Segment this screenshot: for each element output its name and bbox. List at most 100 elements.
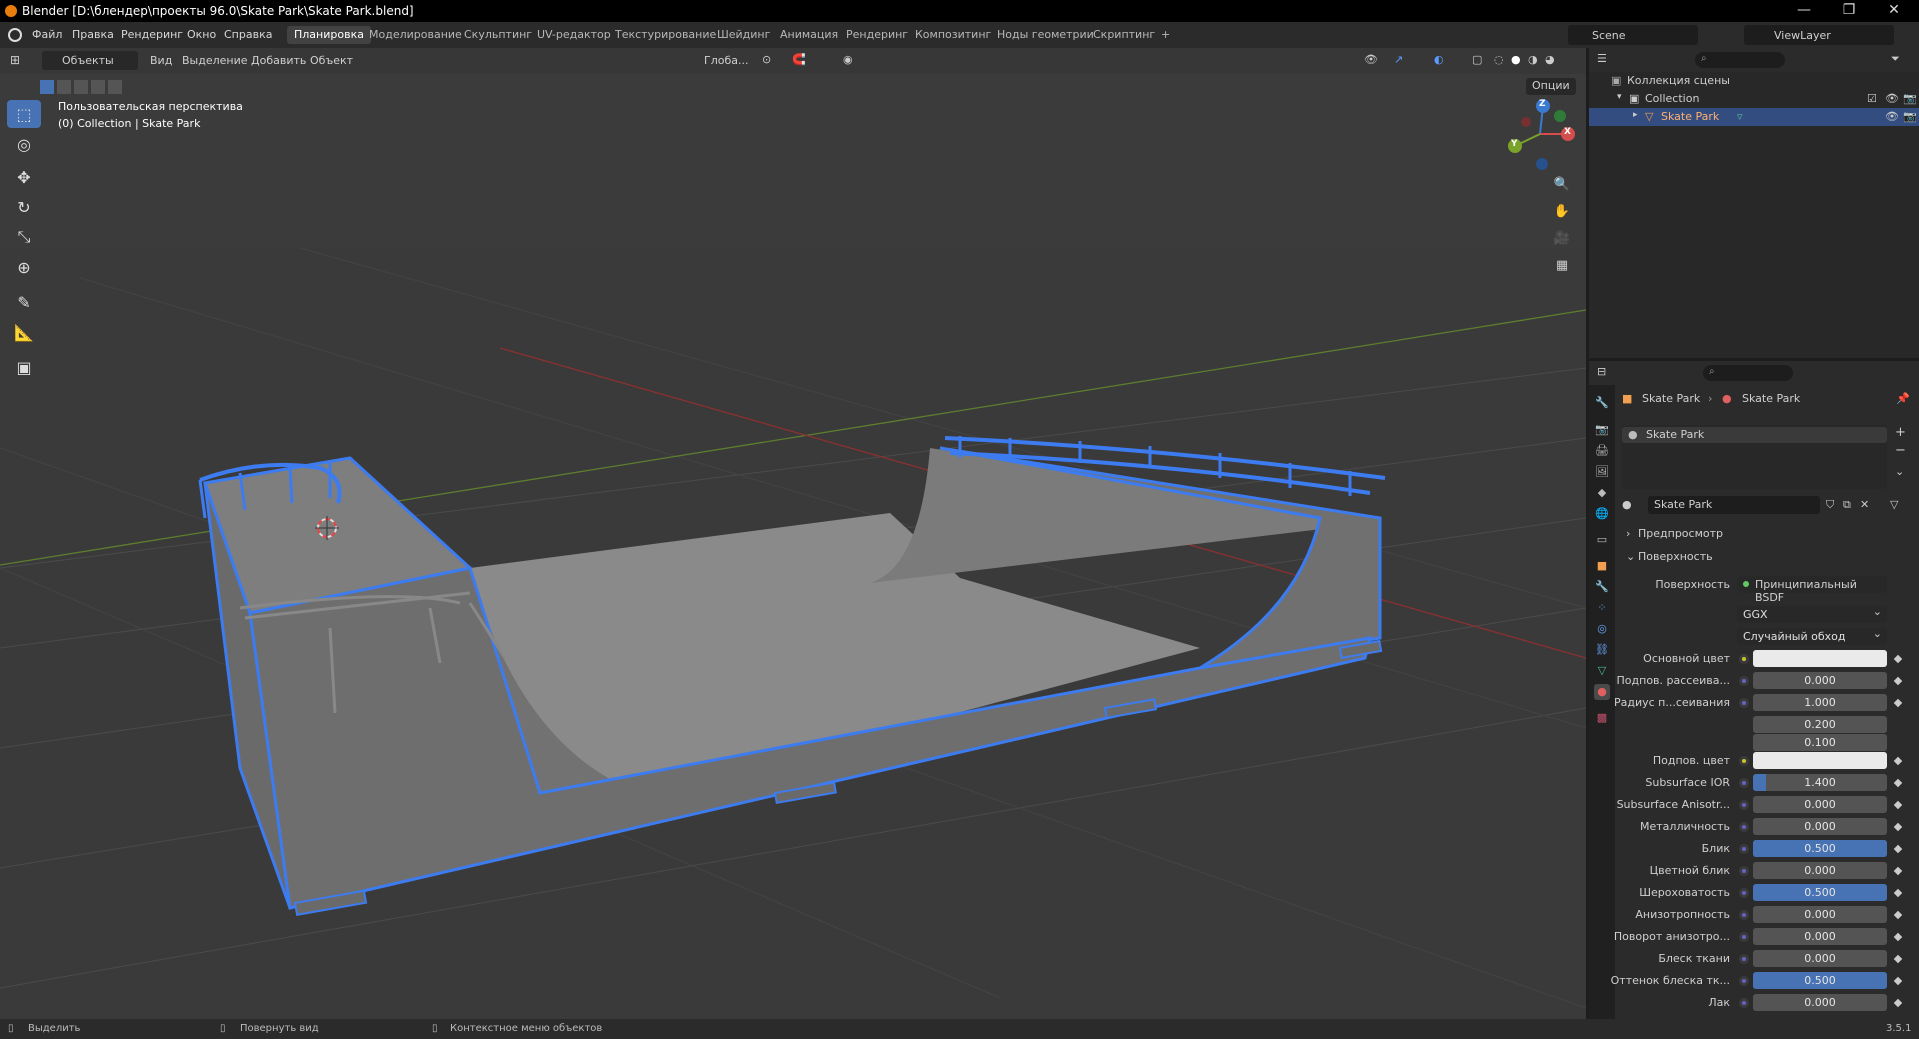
cursor-tool-icon[interactable]: ◎ (7, 130, 41, 158)
close-button[interactable]: ✕ (1874, 2, 1914, 18)
select-box-tool-icon[interactable]: ⬚ (7, 100, 41, 128)
object-tab-icon[interactable]: ■ (1594, 558, 1610, 574)
expand-arrow-icon[interactable]: ▾ (1617, 92, 1622, 102)
outliner-search-input[interactable]: ⌕ (1695, 52, 1785, 68)
properties-search-input[interactable]: ⌕ (1703, 365, 1793, 381)
select-intersect-icon[interactable] (108, 80, 122, 94)
zoom-icon[interactable]: 🔍 (1550, 172, 1574, 196)
annotate-tool-icon[interactable]: ✎ (7, 288, 41, 316)
particles-tab-icon[interactable]: ⁘ (1594, 600, 1610, 616)
remove-slot-icon[interactable]: − (1895, 443, 1906, 458)
menu-view[interactable]: Вид (150, 54, 172, 67)
unlink-icon[interactable]: ✕ (1860, 498, 1869, 511)
camera-icon[interactable]: 📷 (1903, 110, 1917, 123)
measure-tool-icon[interactable]: 📐 (7, 318, 41, 346)
distribution-dropdown[interactable]: GGX (1737, 603, 1887, 623)
menu-window[interactable]: Окно (187, 28, 216, 41)
number-field[interactable]: 0.000 (1753, 950, 1887, 967)
filter-icon[interactable]: ⏷ (1891, 52, 1900, 66)
socket-icon[interactable] (1739, 822, 1749, 832)
tab-scripting[interactable]: Скриптинг (1086, 26, 1162, 44)
world-tab-icon[interactable]: 🌐 (1594, 506, 1610, 522)
number-field[interactable]: 0.200 (1753, 716, 1887, 733)
pivot-icon[interactable]: ⊙ (762, 53, 771, 66)
properties-editor-icon[interactable]: ⊟ (1597, 365, 1606, 378)
panel-surface-header[interactable]: ⌄ Поверхность (1622, 547, 1912, 565)
color-swatch[interactable] (1753, 650, 1887, 667)
number-field[interactable]: 0.500 (1753, 840, 1887, 857)
number-field[interactable]: 0.000 (1753, 818, 1887, 835)
number-field[interactable]: 0.000 (1753, 672, 1887, 689)
socket-icon[interactable] (1739, 698, 1749, 708)
view-layer-tab-icon[interactable]: 🖼 (1594, 464, 1610, 480)
outliner-row-collection[interactable]: ▾ ▣ Collection ☑ 👁 📷 (1589, 90, 1919, 108)
panel-preview-header[interactable]: › Предпросмотр (1622, 524, 1912, 542)
scene-selector[interactable]: Scene (1568, 25, 1698, 45)
number-field[interactable]: 0.500 (1753, 884, 1887, 901)
material-type-icon[interactable]: ▽ (1890, 498, 1898, 511)
move-tool-icon[interactable]: ✥ (7, 163, 41, 191)
tool-tab-icon[interactable]: 🔧 (1594, 395, 1610, 411)
gizmo-toggle-icon[interactable]: ↗ (1394, 53, 1403, 66)
select-new-icon[interactable] (40, 80, 54, 94)
orientation-selector[interactable]: Глоба... (686, 51, 756, 70)
menu-file[interactable]: Файл (32, 28, 62, 41)
rotate-tool-icon[interactable]: ↻ (7, 193, 41, 221)
add-workspace-button[interactable]: + (1154, 26, 1177, 44)
pan-hand-icon[interactable]: ✋ (1550, 199, 1574, 223)
camera-icon[interactable]: 📷 (1903, 92, 1917, 105)
select-invert-icon[interactable] (91, 80, 105, 94)
surface-shader-selector[interactable]: Принципиальный BSDF (1737, 576, 1887, 604)
rendered-shading-icon[interactable]: ◕ (1545, 53, 1555, 66)
proportional-edit-icon[interactable]: ◉ (843, 53, 853, 66)
solid-shading-icon[interactable]: ● (1511, 53, 1521, 66)
render-tab-icon[interactable]: 📷 (1594, 422, 1610, 438)
material-slot-row[interactable]: ● Skate Park (1622, 427, 1887, 443)
output-tab-icon[interactable]: 🖨 (1594, 443, 1610, 459)
scale-tool-icon[interactable]: ⤡ (7, 223, 41, 251)
socket-icon[interactable] (1739, 866, 1749, 876)
material-slot-list[interactable]: ● Skate Park (1622, 425, 1887, 489)
options-button[interactable]: Опции (1526, 78, 1576, 95)
editor-type-icon[interactable]: ⊞ (10, 53, 32, 69)
socket-icon[interactable] (1739, 800, 1749, 810)
tab-modeling[interactable]: Моделирование (362, 26, 469, 44)
socket-icon[interactable] (1739, 976, 1749, 986)
eye-icon[interactable]: 👁 (1885, 92, 1899, 105)
tab-sculpting[interactable]: Скульптинг (457, 26, 539, 44)
fake-user-icon[interactable]: ⛉ (1826, 498, 1834, 512)
physics-tab-icon[interactable]: ◎ (1594, 621, 1610, 637)
menu-object[interactable]: Объект (310, 54, 353, 67)
socket-icon[interactable] (1739, 954, 1749, 964)
ortho-grid-icon[interactable]: ▦ (1550, 253, 1574, 277)
add-slot-icon[interactable]: + (1895, 425, 1906, 440)
socket-icon[interactable] (1739, 932, 1749, 942)
visibility-icon[interactable]: 👁 (1364, 53, 1378, 66)
menu-add[interactable]: Добавить (251, 54, 306, 67)
socket-icon[interactable] (1739, 844, 1749, 854)
collection-tab-icon[interactable]: ▭ (1594, 532, 1610, 548)
socket-icon[interactable] (1739, 676, 1749, 686)
outliner-row-scene-collection[interactable]: ▣ Коллекция сцены (1589, 72, 1919, 90)
pin-icon[interactable]: 📌 (1896, 392, 1910, 405)
menu-render[interactable]: Рендеринг (121, 28, 183, 41)
menu-help[interactable]: Справка (224, 28, 272, 41)
socket-icon[interactable] (1739, 778, 1749, 788)
number-field[interactable]: 0.000 (1753, 796, 1887, 813)
view-layer-selector[interactable]: ViewLayer (1744, 25, 1894, 45)
menu-edit[interactable]: Правка (72, 28, 114, 41)
tab-layout[interactable]: Планировка (287, 26, 371, 44)
tab-compositing[interactable]: Композитинг (908, 26, 998, 44)
material-name-field[interactable]: Skate Park (1648, 496, 1820, 514)
scene-tab-icon[interactable]: ◆ (1594, 485, 1610, 501)
material-shading-icon[interactable]: ◑ (1528, 53, 1538, 66)
select-mode-buttons[interactable] (40, 80, 122, 96)
xray-icon[interactable]: ▢ (1472, 53, 1482, 66)
wireframe-shading-icon[interactable]: ◌ (1494, 53, 1504, 66)
blender-menu-icon[interactable] (8, 28, 22, 42)
mode-selector[interactable]: Объекты (42, 51, 138, 70)
eye-icon[interactable]: 👁 (1885, 110, 1899, 123)
camera-view-icon[interactable]: 🎥 (1550, 226, 1574, 250)
navigation-gizmo[interactable]: Z X Y (1500, 94, 1580, 174)
number-field[interactable]: 0.100 (1753, 734, 1887, 751)
